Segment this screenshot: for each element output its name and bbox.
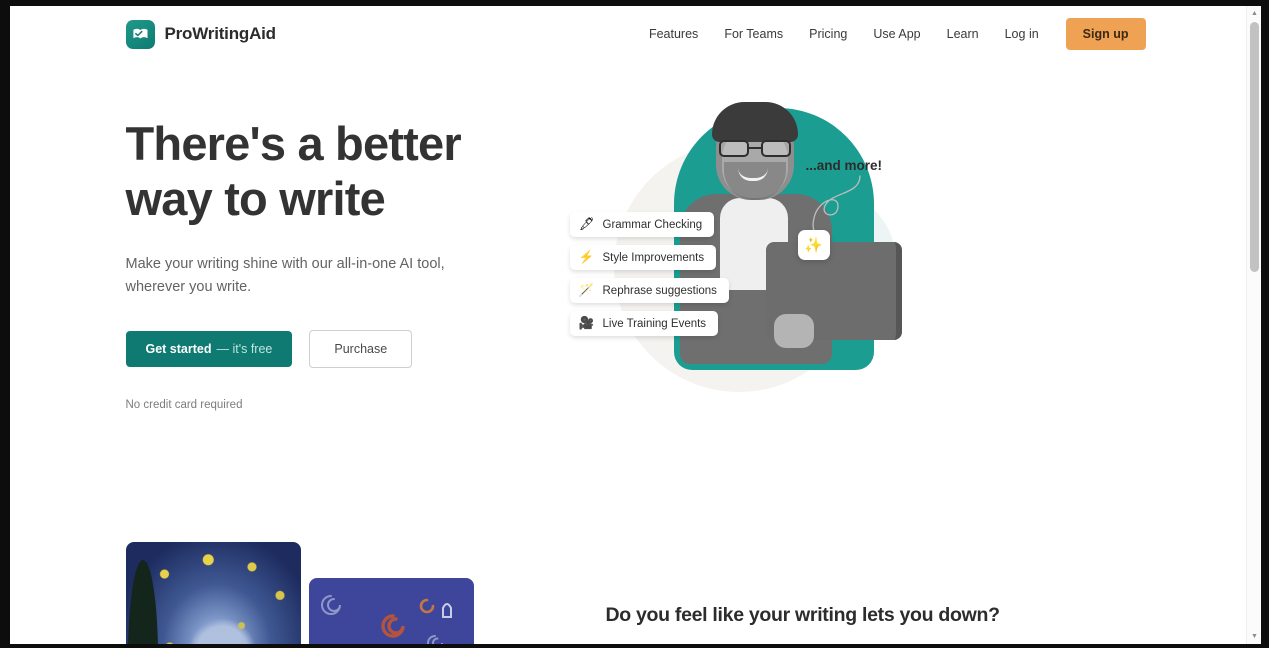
hero-section: There's a better way to write Make your …	[125, 62, 1146, 482]
browser-window-frame: ProWritingAid Features For Teams Pricing…	[0, 0, 1269, 648]
hero-title: There's a better way to write	[126, 116, 566, 227]
starry-night-painting-image	[125, 542, 301, 644]
person-hand	[773, 314, 814, 348]
glasses-left-lens	[718, 140, 749, 157]
problem-section: My idea in my head	[125, 542, 1146, 644]
problem-text-column: Do you feel like your writing lets you d…	[606, 542, 1146, 644]
person-hair	[711, 102, 798, 142]
feature-chip-label: Rephrase suggestions	[602, 284, 717, 297]
nav-link-pricing[interactable]: Pricing	[796, 21, 860, 47]
nav-link-use-app[interactable]: Use App	[860, 21, 933, 47]
painting-cypress-tree	[127, 560, 158, 644]
sparkles-icon: ✨	[797, 230, 830, 260]
and-more-label: ...and more!	[805, 158, 883, 173]
nav-link-log-in[interactable]: Log in	[992, 21, 1052, 47]
get-started-free-tag: — it's free	[216, 341, 273, 356]
get-started-label: Get started	[145, 341, 212, 356]
scrollbar-up-arrow-icon[interactable]: ▲	[1247, 6, 1261, 21]
magic-wand-icon: 🪄	[578, 283, 595, 297]
page-viewport: ProWritingAid Features For Teams Pricing…	[10, 6, 1261, 644]
main-navigation: Features For Teams Pricing Use App Learn…	[636, 18, 1146, 50]
feature-chip-list: 🖋 Grammar Checking ⚡ Style Improvements …	[569, 212, 729, 336]
eyeglasses-icon	[718, 140, 792, 157]
hero-title-line-2: way to write	[125, 172, 386, 226]
feature-chip-label: Style Improvements	[602, 251, 705, 264]
no-credit-card-note: No credit card required	[125, 398, 243, 411]
section-title: Do you feel like your writing lets you d…	[605, 604, 1000, 626]
webpage-content: ProWritingAid Features For Teams Pricing…	[10, 6, 1261, 644]
scrollbar-thumb[interactable]	[1250, 22, 1259, 272]
hero-illustration: ...and more! ✨ 🖋 Grammar Checking ⚡ Styl…	[566, 100, 1146, 430]
book-check-logo-icon	[125, 19, 155, 49]
feature-chip-grammar-checking[interactable]: 🖋 Grammar Checking	[569, 212, 715, 237]
nav-link-features[interactable]: Features	[636, 21, 711, 47]
feature-chip-live-training-events[interactable]: 🎥 Live Training Events	[569, 311, 719, 336]
section-body-text: We know what it's like to feel the FEAR …	[606, 641, 958, 644]
feather-pen-icon: 🖋	[578, 217, 595, 231]
feature-chip-style-improvements[interactable]: ⚡ Style Improvements	[569, 245, 717, 270]
glasses-bridge	[748, 147, 761, 150]
feature-chip-label: Grammar Checking	[602, 218, 703, 231]
get-started-button[interactable]: Get started — it's free	[125, 330, 293, 367]
scrollbar-down-arrow-icon[interactable]: ▼	[1247, 629, 1261, 644]
feature-chip-label: Live Training Events	[602, 317, 707, 330]
feature-chip-rephrase-suggestions[interactable]: 🪄 Rephrase suggestions	[569, 278, 729, 303]
vertical-scrollbar[interactable]: ▲ ▼	[1246, 6, 1261, 644]
purchase-button[interactable]: Purchase	[309, 329, 413, 368]
lightning-bolt-icon: ⚡	[578, 250, 595, 264]
hero-subtitle: Make your writing shine with our all-in-…	[125, 255, 445, 296]
hero-title-line-1: There's a better	[125, 117, 462, 170]
nav-link-learn[interactable]: Learn	[934, 21, 992, 47]
nav-link-for-teams[interactable]: For Teams	[711, 21, 796, 47]
site-header: ProWritingAid Features For Teams Pricing…	[10, 6, 1261, 62]
simple-sketch-image	[308, 578, 474, 644]
brand-logo-link[interactable]: ProWritingAid	[125, 19, 277, 49]
video-camera-icon: 🎥	[578, 316, 595, 330]
brand-name: ProWritingAid	[164, 24, 277, 43]
hero-actions: Get started — it's free Purchase	[125, 329, 566, 368]
header-inner: ProWritingAid Features For Teams Pricing…	[125, 6, 1146, 62]
problem-illustration: My idea in my head	[125, 542, 546, 644]
sign-up-button[interactable]: Sign up	[1065, 18, 1146, 50]
glasses-right-lens	[760, 140, 791, 157]
hero-copy: There's a better way to write Make your …	[125, 62, 566, 411]
